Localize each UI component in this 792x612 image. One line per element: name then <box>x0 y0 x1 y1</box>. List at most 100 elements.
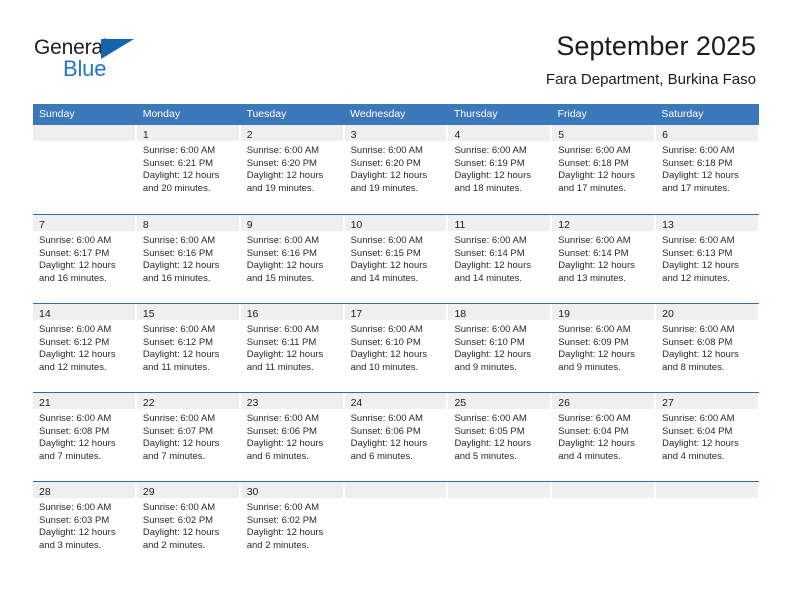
day-number: 18 <box>454 308 467 320</box>
calendar-day-cell-22[interactable]: 22 Sunrise: 6:00 AM Sunset: 6:07 PM Dayligh… <box>136 393 241 481</box>
day-detail-line: Sunset: 6:21 PM <box>142 157 214 169</box>
day-number: 25 <box>454 397 467 409</box>
weekday-header-row: Sunday Monday Tuesday Wednesday Thursday Frid… <box>33 104 759 125</box>
day-detail-line: Sunrise: 6:00 AM <box>558 235 631 246</box>
calendar-day-cell-23[interactable]: 23 Sunrise: 6:00 AM Sunset: 6:06 PM Dayligh… <box>240 393 345 481</box>
day-detail-line: Sunset: 6:20 PM <box>350 157 421 169</box>
calendar-day-cell-29[interactable]: 29 Sunrise: 6:00 AM Sunset: 6:02 PM Dayligh… <box>136 482 241 570</box>
day-detail-line: and 14 minutes. <box>350 272 419 284</box>
day-detail-line: Sunrise: 6:00 AM <box>350 324 423 335</box>
weekday-header-monday: Monday <box>142 108 181 120</box>
day-detail-line: Sunset: 6:18 PM <box>662 157 733 169</box>
day-details: Sunrise: 6:00 AM Sunset: 6:10 PM Daylight:… <box>344 320 448 375</box>
calendar-day-cell-2[interactable]: 2 Sunrise: 6:00 AM Sunset: 6:20 PM Daylight… <box>240 125 345 214</box>
day-number: 1 <box>142 129 149 141</box>
calendar-day-cell-25[interactable]: 25 Sunrise: 6:00 AM Sunset: 6:05 PM Dayligh… <box>448 393 553 481</box>
day-detail-line: Sunset: 6:16 PM <box>142 247 214 259</box>
calendar-day-cell-5[interactable]: 5 Sunrise: 6:00 AM Sunset: 6:18 PM Daylight… <box>552 125 657 214</box>
day-detail-line: Sunset: 6:08 PM <box>39 425 110 437</box>
day-details: Sunrise: 6:00 AM Sunset: 6:13 PM Daylight:… <box>656 231 760 286</box>
calendar-day-cell-14[interactable]: 14 Sunrise: 6:00 AM Sunset: 6:12 PM Dayligh… <box>33 304 137 392</box>
day-number: 7 <box>39 219 45 231</box>
weekday-header-wednesday: Wednesday <box>350 108 406 120</box>
calendar-day-cell-4[interactable]: 4 Sunrise: 6:00 AM Sunset: 6:19 PM Daylight… <box>448 125 553 214</box>
day-detail-line: and 16 minutes. <box>142 272 211 284</box>
day-detail-line: Daylight: 12 hours <box>246 349 324 361</box>
calendar-day-cell-21[interactable]: 21 Sunrise: 6:00 AM Sunset: 6:08 PM Dayligh… <box>33 393 137 481</box>
day-detail-line: and 5 minutes. <box>454 450 517 462</box>
calendar-day-cell-26[interactable]: 26 Sunrise: 6:00 AM Sunset: 6:04 PM Dayligh… <box>552 393 657 481</box>
calendar-day-cell-9[interactable]: 9 Sunrise: 6:00 AM Sunset: 6:16 PM Daylight… <box>240 215 345 303</box>
day-number-band <box>448 482 552 498</box>
calendar-day-cell-19[interactable]: 19 Sunrise: 6:00 AM Sunset: 6:09 PM Dayligh… <box>552 304 657 392</box>
day-detail-line: Sunrise: 6:00 AM <box>662 324 735 335</box>
day-detail-line: Daylight: 12 hours <box>558 260 635 272</box>
calendar-day-cell-8[interactable]: 8 Sunrise: 6:00 AM Sunset: 6:16 PM Daylight… <box>136 215 241 303</box>
day-details: Sunrise: 6:00 AM Sunset: 6:14 PM Daylight:… <box>552 231 656 286</box>
day-detail-line: and 12 minutes. <box>39 361 107 373</box>
day-number-band: 27 <box>656 393 760 409</box>
day-details: Sunrise: 6:00 AM Sunset: 6:20 PM Daylight:… <box>344 141 448 196</box>
day-detail-line: Daylight: 12 hours <box>39 527 116 539</box>
day-detail-line: and 2 minutes. <box>246 539 310 551</box>
day-detail-line: and 14 minutes. <box>454 272 523 284</box>
day-detail-line: Sunrise: 6:00 AM <box>454 235 527 246</box>
day-number: 13 <box>662 219 674 231</box>
calendar-day-cell-1[interactable]: 1 Sunrise: 6:00 AM Sunset: 6:21 PM Daylight… <box>136 125 241 214</box>
calendar-day-cell-16[interactable]: 16 Sunrise: 6:00 AM Sunset: 6:11 PM Dayligh… <box>240 304 345 392</box>
day-detail-line: Sunset: 6:18 PM <box>558 157 629 169</box>
calendar-day-cell-17[interactable]: 17 Sunrise: 6:00 AM Sunset: 6:10 PM Dayligh… <box>344 304 449 392</box>
day-number-band: 17 <box>344 304 448 320</box>
day-number: 22 <box>142 397 155 409</box>
day-details: Sunrise: 6:00 AM Sunset: 6:02 PM Daylight:… <box>240 498 344 553</box>
calendar-day-cell-7[interactable]: 7 Sunrise: 6:00 AM Sunset: 6:17 PM Daylight… <box>33 215 137 303</box>
calendar-day-cell-28[interactable]: 28 Sunrise: 6:00 AM Sunset: 6:03 PM Dayligh… <box>33 482 137 570</box>
title-block: September 2025 Fara Department, Burkina … <box>546 30 756 90</box>
day-detail-line: Sunrise: 6:00 AM <box>662 413 735 424</box>
day-number: 24 <box>350 397 363 409</box>
day-detail-line: Sunset: 6:08 PM <box>662 336 733 348</box>
day-detail-line: Daylight: 12 hours <box>39 349 116 361</box>
day-number: 16 <box>246 308 259 320</box>
day-number: 27 <box>662 397 674 409</box>
calendar-day-cell-3[interactable]: 3 Sunrise: 6:00 AM Sunset: 6:20 PM Daylight… <box>344 125 449 214</box>
calendar-day-cell-empty <box>552 482 657 570</box>
day-detail-line: Daylight: 12 hours <box>142 438 220 450</box>
calendar-day-cell-12[interactable]: 12 Sunrise: 6:00 AM Sunset: 6:14 PM Dayligh… <box>552 215 657 303</box>
day-number: 3 <box>350 129 357 141</box>
calendar-day-cell-30[interactable]: 30 Sunrise: 6:00 AM Sunset: 6:02 PM Dayligh… <box>240 482 345 570</box>
day-detail-line: Sunrise: 6:00 AM <box>558 413 631 424</box>
day-detail-line: and 6 minutes. <box>350 450 413 462</box>
day-detail-line: Sunset: 6:12 PM <box>142 336 214 348</box>
day-detail-line: and 17 minutes. <box>558 182 626 194</box>
day-detail-line: and 4 minutes. <box>662 450 725 462</box>
day-detail-line: Sunset: 6:10 PM <box>350 336 421 348</box>
day-detail-line: Sunset: 6:02 PM <box>142 514 214 526</box>
day-detail-line: and 6 minutes. <box>246 450 310 462</box>
calendar-day-cell-27[interactable]: 27 Sunrise: 6:00 AM Sunset: 6:04 PM Dayligh… <box>656 393 760 481</box>
day-number-band: 13 <box>656 215 760 231</box>
calendar-day-cell-10[interactable]: 10 Sunrise: 6:00 AM Sunset: 6:15 PM Dayligh… <box>344 215 449 303</box>
day-detail-line: Daylight: 12 hours <box>350 349 428 361</box>
page-header: General Blue September 2025 Fara Departm… <box>0 0 792 104</box>
day-detail-line: Sunrise: 6:00 AM <box>39 502 112 513</box>
day-number-band: 1 <box>136 125 240 141</box>
day-detail-line: Daylight: 12 hours <box>39 438 116 450</box>
general-blue-logo[interactable]: General Blue <box>34 36 214 86</box>
day-detail-line: Daylight: 12 hours <box>350 170 428 182</box>
day-number-band: 30 <box>240 482 344 498</box>
calendar-day-cell-20[interactable]: 20 Sunrise: 6:00 AM Sunset: 6:08 PM Dayligh… <box>656 304 760 392</box>
calendar-day-cell-15[interactable]: 15 Sunrise: 6:00 AM Sunset: 6:12 PM Dayligh… <box>136 304 241 392</box>
calendar-day-cell-11[interactable]: 11 Sunrise: 6:00 AM Sunset: 6:14 PM Dayligh… <box>448 215 553 303</box>
calendar-day-cell-24[interactable]: 24 Sunrise: 6:00 AM Sunset: 6:06 PM Dayligh… <box>344 393 449 481</box>
calendar-week-row: 7 Sunrise: 6:00 AM Sunset: 6:17 PM Daylight… <box>33 214 760 303</box>
calendar-week-row: 14 Sunrise: 6:00 AM Sunset: 6:12 PM Dayligh… <box>33 303 760 392</box>
day-detail-line: Daylight: 12 hours <box>246 260 324 272</box>
day-detail-line: and 20 minutes. <box>142 182 211 194</box>
day-number-band <box>656 482 760 498</box>
day-number: 29 <box>142 486 155 498</box>
day-details: Sunrise: 6:00 AM Sunset: 6:05 PM Daylight:… <box>448 409 552 464</box>
calendar-day-cell-13[interactable]: 13 Sunrise: 6:00 AM Sunset: 6:13 PM Dayligh… <box>656 215 760 303</box>
calendar-day-cell-6[interactable]: 6 Sunrise: 6:00 AM Sunset: 6:18 PM Daylight… <box>656 125 760 214</box>
calendar-day-cell-18[interactable]: 18 Sunrise: 6:00 AM Sunset: 6:10 PM Dayligh… <box>448 304 553 392</box>
